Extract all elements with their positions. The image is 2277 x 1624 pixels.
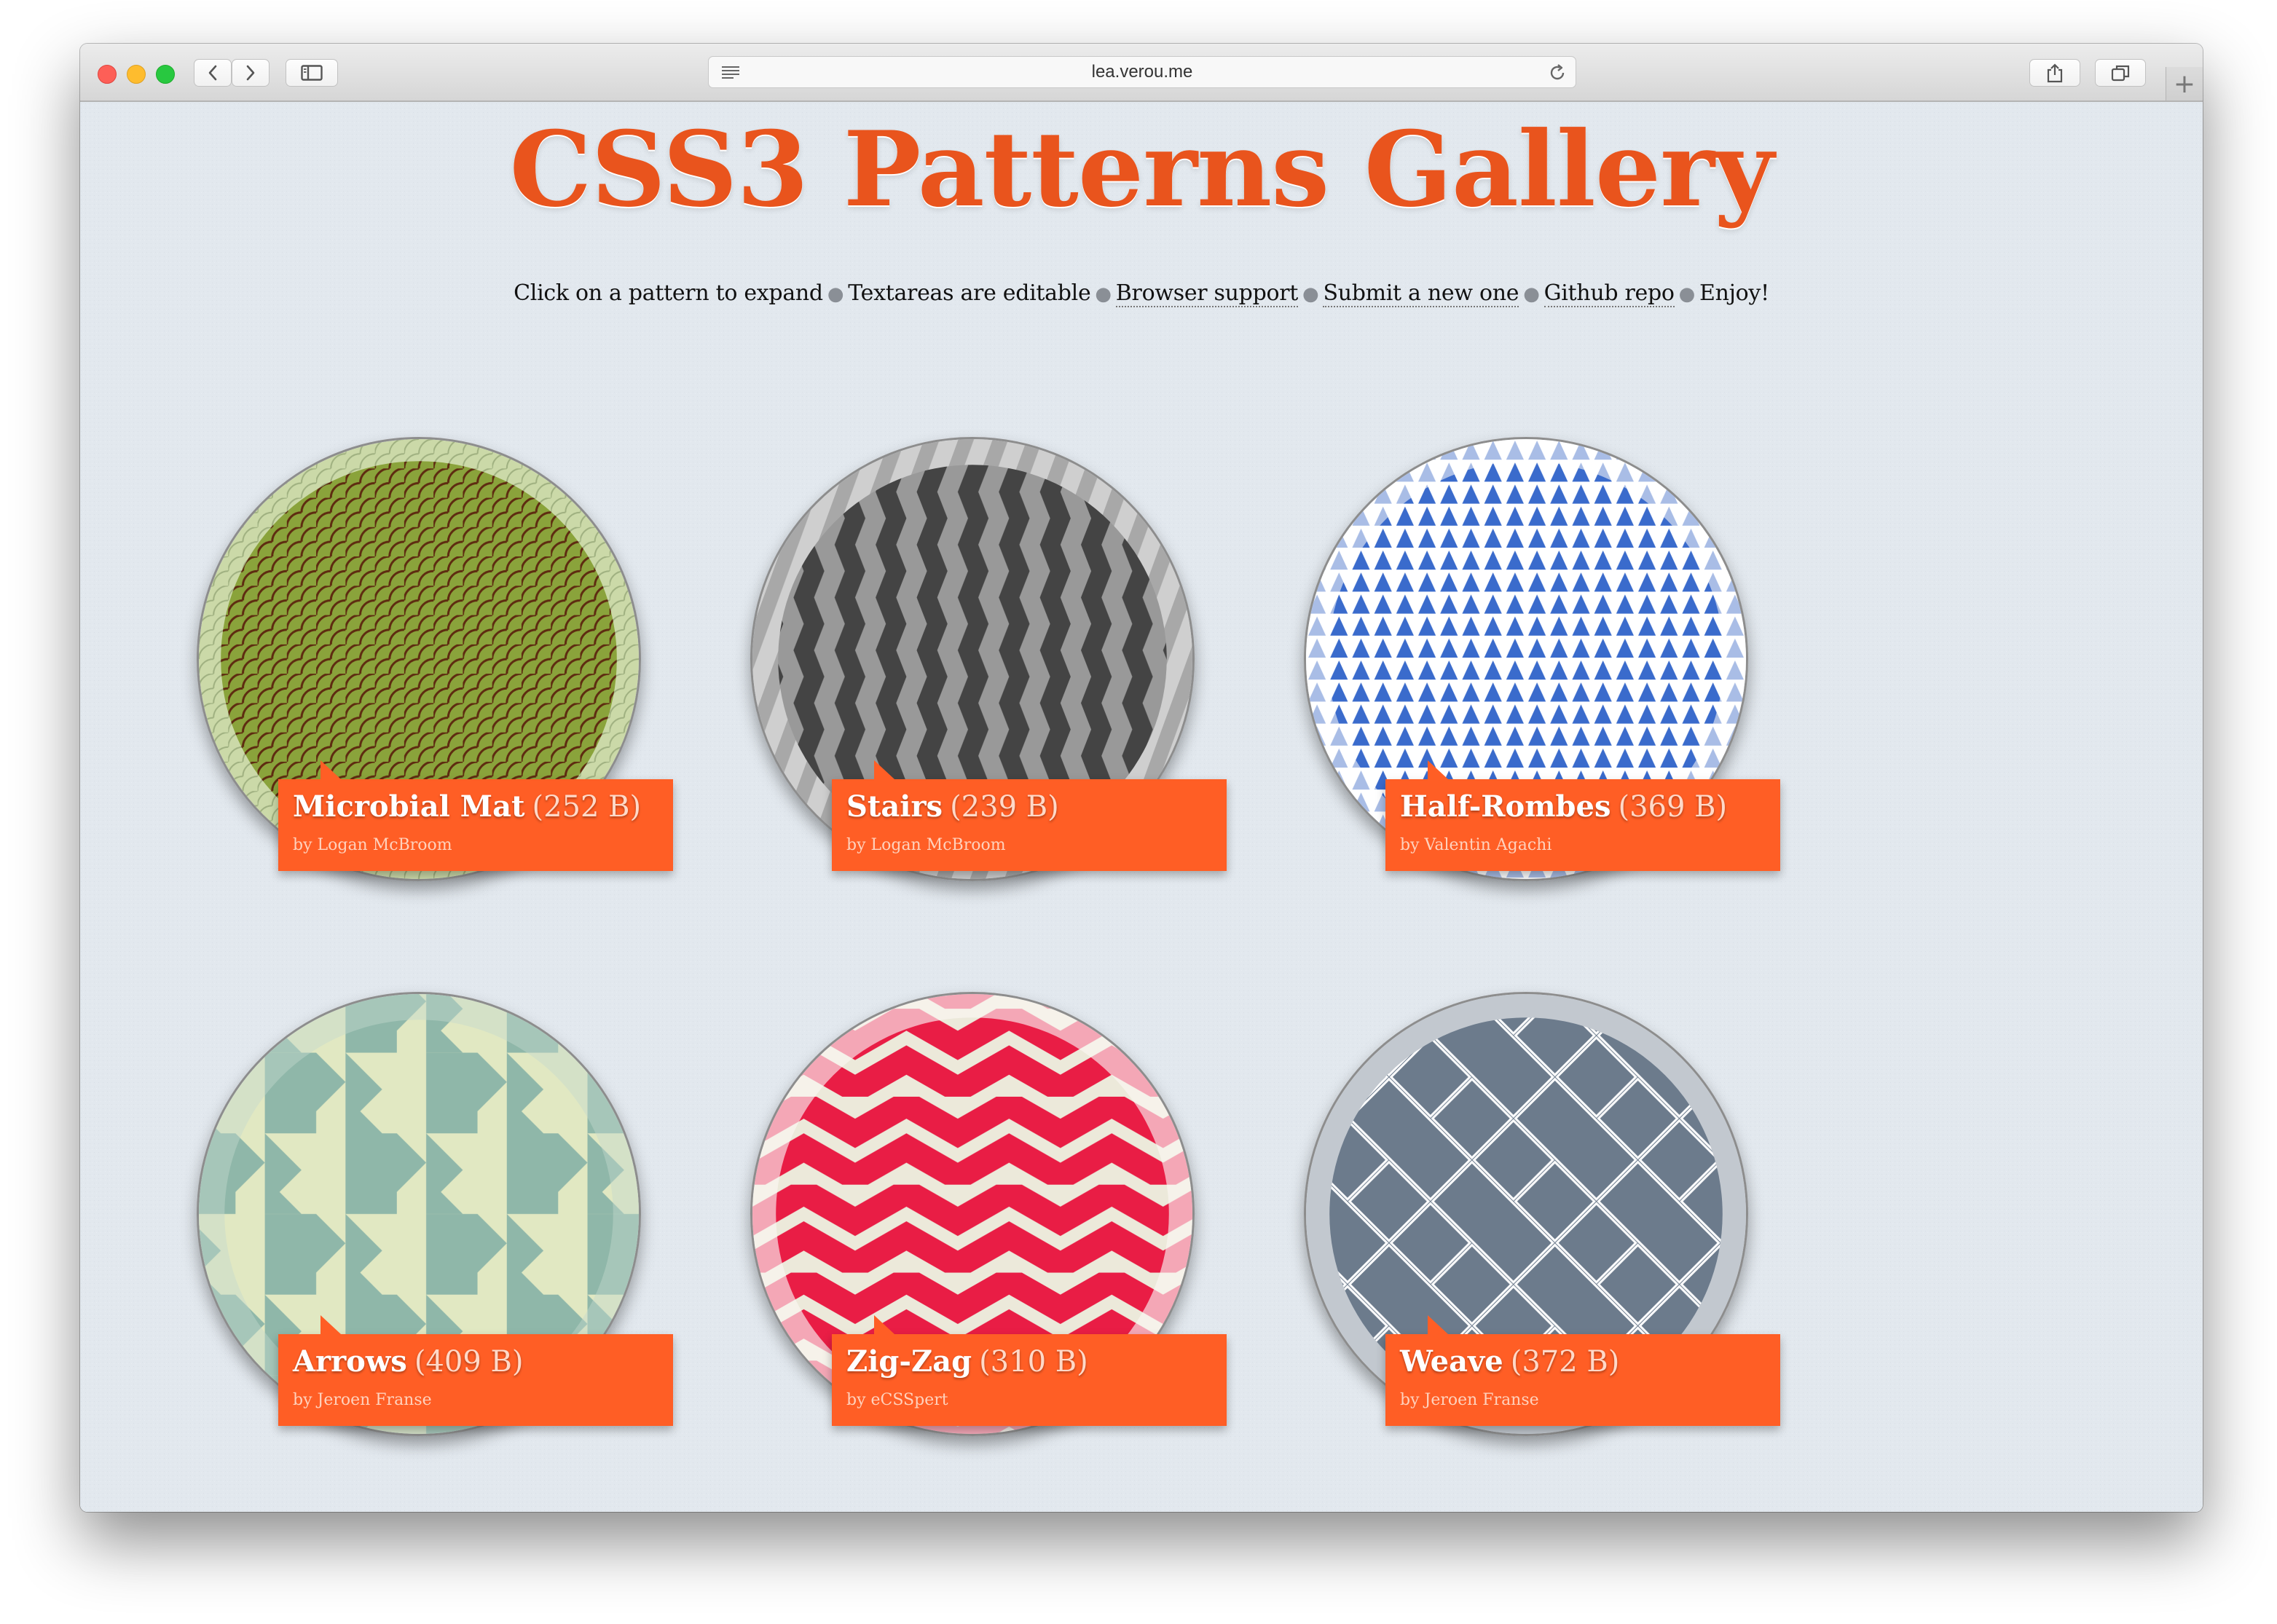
pattern-name: Arrows	[293, 1344, 407, 1379]
back-button[interactable]	[194, 59, 232, 87]
label-tab	[1428, 1315, 1448, 1334]
submit-new-link[interactable]: Submit a new one	[1323, 280, 1519, 307]
chevron-left-icon	[208, 65, 217, 81]
sidebar-icon	[301, 65, 323, 81]
tabs-icon	[2111, 65, 2130, 82]
new-tab-button[interactable]: +	[2166, 67, 2203, 100]
pattern-title: Stairs (239 B)	[846, 789, 1059, 824]
pattern-card[interactable]: Microbial Mat (252 B) by Logan McBroom	[197, 437, 673, 881]
pattern-card[interactable]: Zig-Zag (310 B) by eCSSpert	[750, 992, 1227, 1436]
pattern-name: Stairs	[846, 789, 943, 824]
pattern-card[interactable]: Weave (372 B) by Jeroen Franse	[1304, 992, 1780, 1436]
pattern-label[interactable]: Weave (372 B) by Jeroen Franse	[1385, 1315, 1780, 1426]
close-window-button[interactable]	[98, 65, 117, 84]
reload-icon[interactable]	[1548, 63, 1567, 82]
pattern-label[interactable]: Half-Rombes (369 B) by Valentin Agachi	[1385, 760, 1780, 871]
share-icon	[2047, 63, 2063, 83]
label-tab	[1428, 760, 1448, 779]
pattern-card[interactable]: Half-Rombes (369 B) by Valentin Agachi	[1304, 437, 1780, 881]
label-tab	[320, 1315, 341, 1334]
pattern-name: Zig-Zag	[846, 1344, 972, 1379]
label-tab	[320, 760, 341, 779]
sidebar-toggle-button[interactable]	[286, 59, 338, 87]
browser-window: lea.verou.me + CSS3 Patterns Gallery Cli…	[80, 44, 2203, 1512]
url-text: lea.verou.me	[1091, 62, 1193, 82]
address-bar[interactable]: lea.verou.me	[708, 56, 1576, 88]
label-tab	[874, 760, 894, 779]
pattern-size: (372 B)	[1510, 1345, 1620, 1379]
page-content: CSS3 Patterns Gallery Click on a pattern…	[80, 102, 2203, 1512]
minimize-window-button[interactable]	[127, 65, 146, 84]
share-button[interactable]	[2029, 59, 2080, 87]
pattern-author: by Jeroen Franse	[293, 1391, 432, 1409]
pattern-label[interactable]: Zig-Zag (310 B) by eCSSpert	[832, 1315, 1227, 1426]
browser-toolbar: lea.verou.me +	[80, 44, 2203, 102]
pattern-title: Weave (372 B)	[1400, 1344, 1619, 1379]
enjoy-text: Enjoy!	[1699, 280, 1769, 306]
pattern-size: (369 B)	[1618, 790, 1728, 824]
click-to-expand-text: Click on a pattern to expand	[514, 280, 823, 306]
page-nav: Click on a pattern to expand ● Textareas a…	[80, 280, 2203, 307]
chevron-right-icon	[246, 65, 255, 81]
pattern-label[interactable]: Arrows (409 B) by Jeroen Franse	[278, 1315, 673, 1426]
pattern-size: (239 B)	[950, 790, 1059, 824]
pattern-name: Half-Rombes	[1400, 789, 1611, 824]
separator-dot: ●	[1302, 283, 1319, 305]
pattern-title: Microbial Mat (252 B)	[293, 789, 641, 824]
pattern-title: Half-Rombes (369 B)	[1400, 789, 1727, 824]
browser-support-link[interactable]: Browser support	[1115, 280, 1298, 307]
label-tab	[874, 1315, 894, 1334]
pattern-author: by Logan McBroom	[846, 836, 1006, 854]
zoom-window-button[interactable]	[156, 65, 175, 84]
pattern-label[interactable]: Stairs (239 B) by Logan McBroom	[832, 760, 1227, 871]
textareas-editable-text: Textareas are editable	[848, 280, 1091, 306]
pattern-author: by eCSSpert	[846, 1391, 948, 1409]
pattern-label[interactable]: Microbial Mat (252 B) by Logan McBroom	[278, 760, 673, 871]
separator-dot: ●	[1678, 283, 1696, 305]
page-title: CSS3 Patterns Gallery	[509, 109, 1774, 230]
pattern-size: (409 B)	[414, 1345, 524, 1379]
forward-button[interactable]	[232, 59, 270, 87]
pattern-card[interactable]: Stairs (239 B) by Logan McBroom	[750, 437, 1227, 881]
pattern-size: (252 B)	[532, 790, 642, 824]
separator-dot: ●	[827, 283, 844, 305]
github-repo-link[interactable]: Github repo	[1543, 280, 1675, 307]
pattern-title: Zig-Zag (310 B)	[846, 1344, 1088, 1379]
pattern-name: Weave	[1400, 1344, 1503, 1379]
separator-dot: ●	[1095, 283, 1112, 305]
pattern-size: (310 B)	[979, 1345, 1088, 1379]
pattern-author: by Logan McBroom	[293, 836, 452, 854]
pattern-name: Microbial Mat	[293, 789, 525, 824]
pattern-author: by Jeroen Franse	[1400, 1391, 1539, 1409]
tabs-overview-button[interactable]	[2095, 59, 2146, 87]
separator-dot: ●	[1523, 283, 1540, 305]
pattern-author: by Valentin Agachi	[1400, 836, 1552, 854]
pattern-card[interactable]: Arrows (409 B) by Jeroen Franse	[197, 992, 673, 1436]
pattern-title: Arrows (409 B)	[293, 1344, 524, 1379]
